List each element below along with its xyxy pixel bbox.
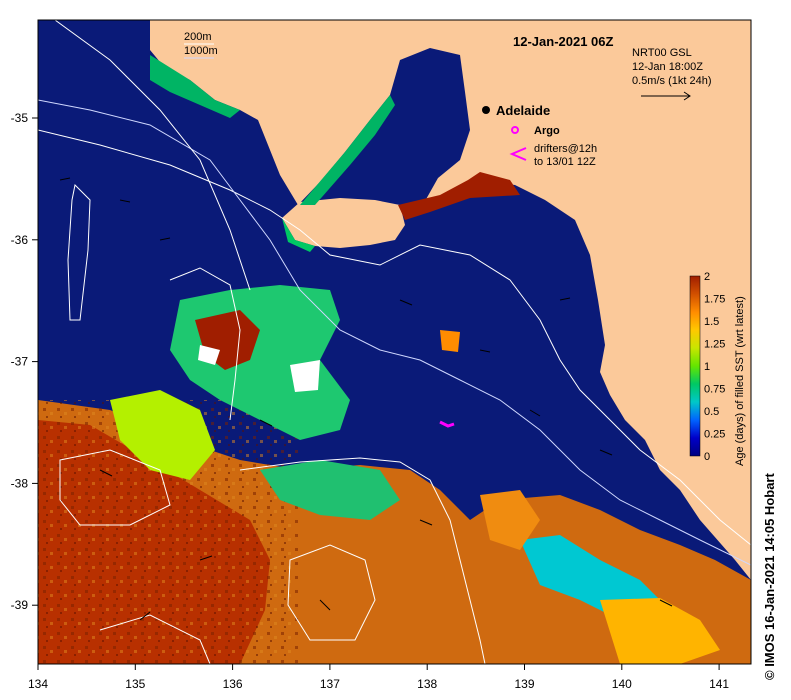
drifters-label-2: to 13/01 12Z (534, 156, 596, 168)
argo-label: Argo (534, 125, 560, 137)
contour-legend-200m: 200m (184, 31, 212, 43)
x-tick-label: 135 (125, 677, 145, 691)
x-tick-label: 140 (612, 677, 632, 691)
x-tick-label: 134 (28, 677, 48, 691)
drifters-label-1: drifters@12h (534, 143, 597, 155)
colorbar-label: Age (days) of filled SST (wrt latest) (734, 296, 746, 466)
colorbar-tick-label: 0.75 (704, 384, 725, 396)
x-tick-label: 136 (223, 677, 243, 691)
colorbar-tick-label: 1 (704, 361, 710, 373)
colorbar-tick-label: 0.25 (704, 429, 725, 441)
y-tick-label: -39 (11, 598, 29, 612)
contour-legend-1000m: 1000m (184, 45, 218, 57)
land-island (282, 198, 405, 248)
colorbar-tick-label: 2 (704, 271, 710, 283)
y-tick-label: -37 (11, 355, 29, 369)
x-tick-label: 137 (320, 677, 340, 691)
y-axis: -35 -36 -37 -38 -39 (11, 111, 38, 612)
adelaide-label: Adelaide (496, 103, 550, 118)
credit-text: © IMOS 16-Jan-2021 14:05 Hobart (762, 473, 777, 680)
current-legend-line2: 12-Jan 18:00Z (632, 61, 703, 73)
current-legend-line1: NRT00 GSL (632, 47, 692, 59)
current-legend-line3: 0.5m/s (1kt 24h) (632, 75, 711, 87)
y-tick-label: -38 (11, 476, 29, 490)
colorbar-tick-label: 1.75 (704, 294, 725, 306)
colorbar-tick-label: 1.25 (704, 339, 725, 351)
y-tick-label: -35 (11, 111, 29, 125)
colorbar-tick-label: 1.5 (704, 316, 719, 328)
colorbar (689, 275, 701, 457)
x-axis: 134 135 136 137 138 139 140 141 (28, 664, 729, 691)
x-tick-label: 139 (514, 677, 534, 691)
x-tick-label: 141 (709, 677, 729, 691)
map-title: 12-Jan-2021 06Z (513, 34, 614, 49)
y-tick-label: -36 (11, 233, 29, 247)
adelaide-marker (482, 106, 490, 114)
colorbar-tick-label: 0.5 (704, 406, 719, 418)
colorbar-tick-label: 0 (704, 451, 710, 463)
x-tick-label: 138 (417, 677, 437, 691)
